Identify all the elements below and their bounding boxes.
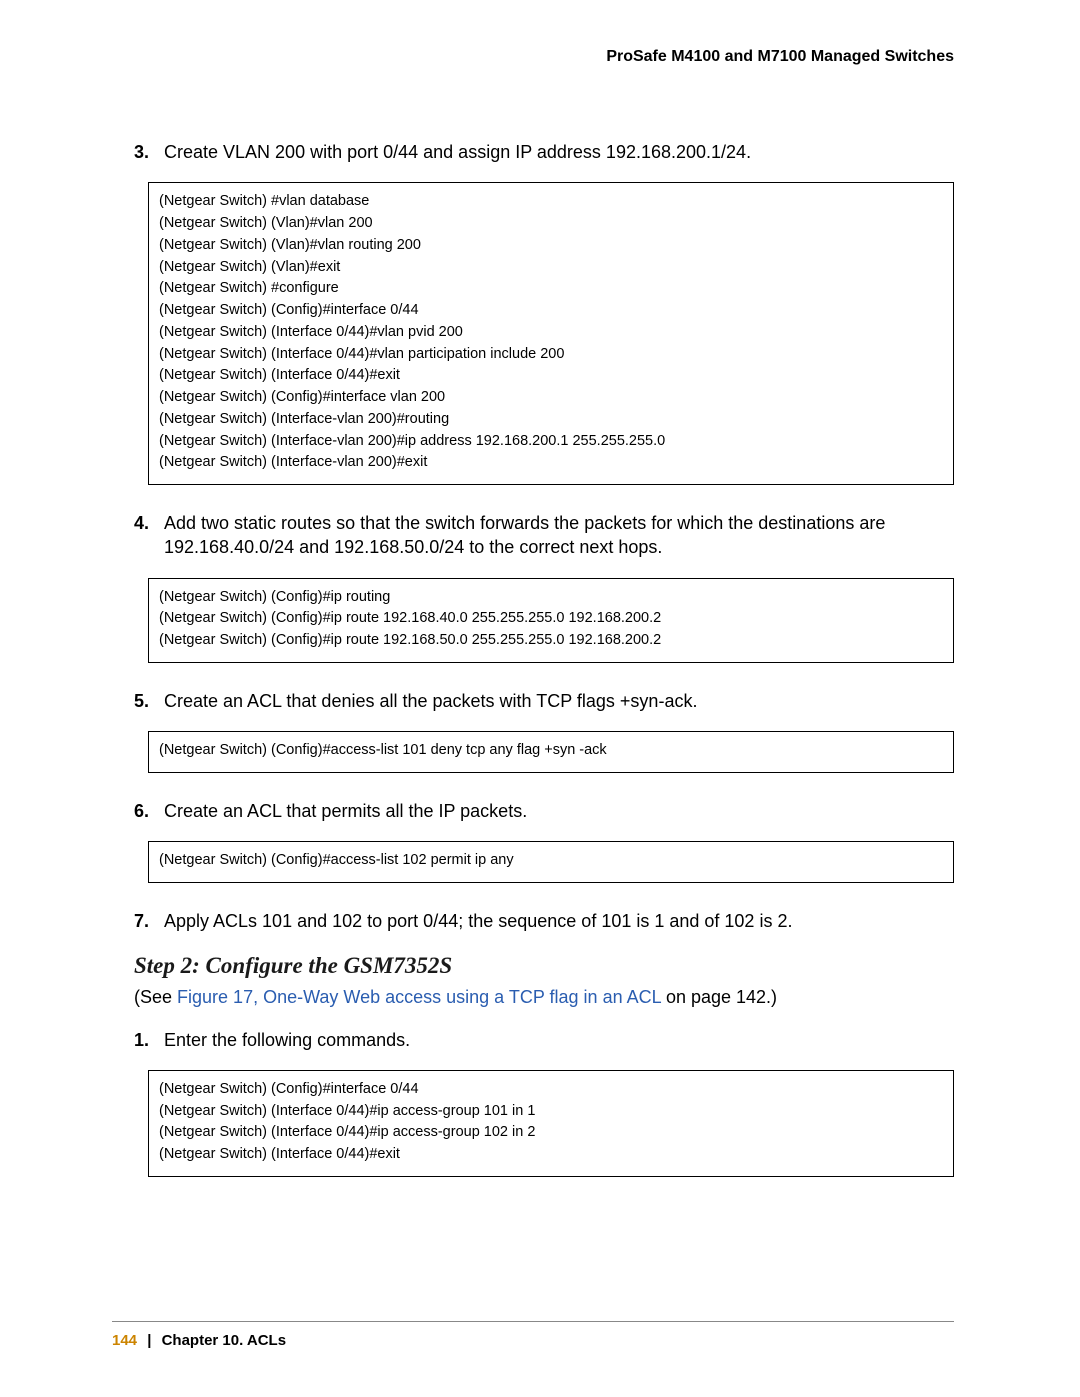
code-block-vlan: (Netgear Switch) #vlan database (Netgear… — [148, 182, 954, 485]
step-4: 4. Add two static routes so that the swi… — [112, 511, 954, 560]
section-description: (See Figure 17, One-Way Web access using… — [134, 985, 954, 1009]
step-text: Create an ACL that denies all the packet… — [164, 689, 954, 713]
step-number: 6. — [134, 799, 164, 823]
document-header: ProSafe M4100 and M7100 Managed Switches — [606, 48, 954, 66]
main-content: 3. Create VLAN 200 with port 0/44 and as… — [112, 140, 954, 1177]
page-footer: 144 | Chapter 10. ACLs — [112, 1321, 954, 1349]
code-block-interface: (Netgear Switch) (Config)#interface 0/44… — [148, 1070, 954, 1177]
desc-prefix: (See — [134, 987, 177, 1007]
step-number: 3. — [134, 140, 164, 164]
step-6: 6. Create an ACL that permits all the IP… — [112, 799, 954, 823]
step-7: 7. Apply ACLs 101 and 102 to port 0/44; … — [112, 909, 954, 933]
step-number: 7. — [134, 909, 164, 933]
step-text: Enter the following commands. — [164, 1028, 954, 1052]
code-block-acl-deny: (Netgear Switch) (Config)#access-list 10… — [148, 731, 954, 773]
figure-link[interactable]: Figure 17, One-Way Web access using a TC… — [177, 987, 661, 1007]
desc-suffix: on page 142.) — [661, 987, 777, 1007]
page-number: 144 — [112, 1332, 137, 1349]
step-number: 4. — [134, 511, 164, 560]
step-number: 1. — [134, 1028, 164, 1052]
step-3: 3. Create VLAN 200 with port 0/44 and as… — [112, 140, 954, 164]
footer-separator: | — [147, 1332, 151, 1349]
code-block-acl-permit: (Netgear Switch) (Config)#access-list 10… — [148, 841, 954, 883]
step-5: 5. Create an ACL that denies all the pac… — [112, 689, 954, 713]
step-text: Create an ACL that permits all the IP pa… — [164, 799, 954, 823]
step-text: Add two static routes so that the switch… — [164, 511, 954, 560]
section-heading-step2: Step 2: Configure the GSM7352S — [134, 953, 954, 979]
chapter-label: Chapter 10. ACLs — [162, 1332, 286, 1349]
step-number: 5. — [134, 689, 164, 713]
step-1-section2: 1. Enter the following commands. — [112, 1028, 954, 1052]
code-block-routes: (Netgear Switch) (Config)#ip routing (Ne… — [148, 578, 954, 663]
step-text: Create VLAN 200 with port 0/44 and assig… — [164, 140, 954, 164]
page-content: ProSafe M4100 and M7100 Managed Switches… — [112, 0, 954, 1397]
step-text: Apply ACLs 101 and 102 to port 0/44; the… — [164, 909, 954, 933]
